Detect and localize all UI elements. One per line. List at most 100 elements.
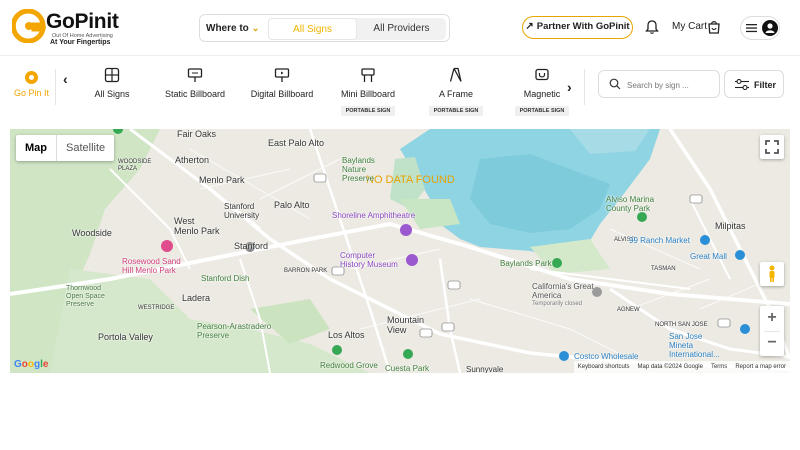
chevron-left-icon[interactable]: ‹ [63, 71, 68, 87]
chevron-right-icon[interactable]: › [567, 79, 572, 95]
map-label: Palo Alto [274, 200, 310, 210]
map-type-control: Map Satellite [16, 135, 115, 161]
logo-pin-icon [12, 9, 46, 43]
keyboard-shortcuts-link[interactable]: Keyboard shortcuts [578, 361, 630, 373]
zoom-in-button[interactable]: + [760, 306, 784, 331]
map-label: Stanford University [224, 202, 260, 220]
poi-label: Costco Wholesale [574, 352, 639, 361]
billboard-icon [187, 68, 203, 82]
account-menu-button[interactable] [740, 16, 780, 40]
divider [764, 331, 780, 332]
arrow-up-right-icon: ↗ [525, 21, 534, 32]
header: GoPinit Out Of Home Advertising At Your … [0, 0, 800, 56]
poi-label: 99 Ranch Market [629, 236, 690, 245]
portable-sign-badge: PORTABLE SIGN [340, 106, 396, 116]
brand-name: GoPinit [46, 10, 119, 33]
brand-tagline: At Your Fingertips [50, 39, 111, 46]
mini-billboard-icon [361, 68, 375, 82]
location-search-box: Where to ⌄ All Signs All Providers [199, 14, 450, 42]
poi-label: Computer History Museum [340, 251, 398, 269]
poi-label: Stanford Dish [201, 274, 250, 283]
bell-icon[interactable] [644, 19, 660, 35]
category-static-billboard[interactable]: Static Billboard [164, 67, 226, 99]
map-label: WESTRIDGE [138, 305, 175, 311]
poi-label: Baylands Nature Preserve [342, 156, 375, 183]
map-label: East Palo Alto [268, 138, 325, 148]
map-label: Woodside [72, 228, 112, 238]
poi-label: Redwood Grove [320, 361, 378, 370]
no-data-message: NO DATA FOUND [366, 174, 455, 186]
portable-sign-badge: PORTABLE SIGN [428, 106, 484, 116]
map-label: Menlo Park [199, 175, 245, 185]
fullscreen-icon [765, 140, 779, 154]
poi-label: Alviso Marina County Park [606, 195, 655, 213]
sign-provider-toggle: All Signs All Providers [268, 18, 446, 40]
search-icon [609, 78, 621, 90]
poi-label: Cuesta Park [385, 364, 430, 373]
filter-button[interactable]: Filter [724, 70, 784, 98]
map-label: NORTH SAN JOSE [655, 322, 708, 328]
map-label: AGNEW [617, 307, 640, 313]
sign-search-input[interactable] [627, 77, 715, 93]
chevron-down-icon: ⌄ [251, 23, 260, 33]
map-label: Ladera [182, 293, 211, 303]
go-pin-it-button[interactable]: Go Pin It [14, 71, 49, 98]
tab-all-signs[interactable]: All Signs [268, 18, 357, 40]
category-all-signs[interactable]: All Signs [92, 67, 132, 99]
user-avatar-icon [762, 20, 778, 36]
poi-label: Temporarily closed [532, 301, 583, 307]
tab-all-providers[interactable]: All Providers [357, 18, 446, 40]
sliders-icon [735, 79, 749, 90]
report-error-link[interactable]: Report a map error [735, 361, 786, 373]
terms-link[interactable]: Terms [711, 361, 727, 373]
map-label: Thornwood Open Space Preserve [66, 285, 105, 308]
map-label: Los Altos [328, 330, 365, 340]
category-bar: Go Pin It ‹ All Signs Static Billboard D… [0, 57, 800, 119]
map-type-map-button[interactable]: Map [16, 135, 57, 161]
street-view-pegman[interactable] [760, 262, 784, 286]
portable-sign-badge: PORTABLE SIGN [514, 106, 570, 116]
category-mini-billboard[interactable]: Mini Billboard PORTABLE SIGN [340, 67, 396, 117]
a-frame-icon [449, 67, 462, 82]
cart-bag-icon[interactable] [706, 19, 722, 35]
grid-icon [104, 67, 120, 83]
poi-label: Shoreline Amphitheatre [332, 211, 416, 220]
divider [55, 69, 56, 105]
zoom-out-button[interactable]: − [760, 331, 784, 356]
magnetic-icon [535, 68, 549, 81]
map-label: West Menlo Park [174, 216, 220, 236]
category-a-frame[interactable]: A Frame PORTABLE SIGN [428, 67, 484, 117]
digital-billboard-icon [274, 68, 290, 82]
fullscreen-button[interactable] [760, 135, 784, 159]
zoom-control: + − [760, 306, 784, 356]
category-digital-billboard[interactable]: Digital Billboard [250, 67, 314, 99]
divider [584, 69, 585, 105]
map-label: Portola Valley [98, 332, 153, 342]
map-view[interactable]: Map Satellite + − NO DATA FOUND Fair Oak… [10, 129, 790, 373]
hamburger-icon [746, 24, 757, 33]
map-label: BARRON PARK [284, 268, 328, 274]
map-label: Atherton [175, 155, 210, 165]
poi-label: Rosewood Sand Hill Menlo Park [122, 257, 181, 275]
gopinit-logo[interactable]: GoPinit Out Of Home Advertising At Your … [12, 8, 132, 48]
pegman-icon [769, 265, 775, 282]
cart-label[interactable]: My Cart [672, 21, 707, 32]
category-magnetic[interactable]: Magnetic PORTABLE SIGN [514, 67, 570, 117]
where-to-dropdown[interactable]: Where to ⌄ [206, 23, 259, 34]
map-data-label: Map data ©2024 Google [637, 364, 703, 370]
sign-search-box [598, 70, 720, 98]
pin-icon [24, 71, 38, 84]
poi-label: San Jose Mineta International... [669, 332, 720, 359]
poi-label: California's Great America [532, 282, 594, 300]
map-attribution: Keyboard shortcuts Map data ©2024 Google… [573, 361, 790, 373]
map-label: TASMAN [651, 266, 676, 272]
map-label: Milpitas [715, 221, 746, 231]
map-label: Stanford [234, 241, 269, 251]
map-label: Sunnyvale [466, 365, 504, 373]
map-label: Mountain View [387, 315, 425, 335]
map-label: Fair Oaks [177, 129, 217, 139]
map-label: WOODSIDE PLAZA [118, 159, 152, 172]
poi-label: Pearson-Arastradero Preserve [197, 322, 272, 340]
partner-button[interactable]: ↗ Partner With GoPinit [522, 16, 633, 39]
map-type-satellite-button[interactable]: Satellite [57, 135, 114, 161]
